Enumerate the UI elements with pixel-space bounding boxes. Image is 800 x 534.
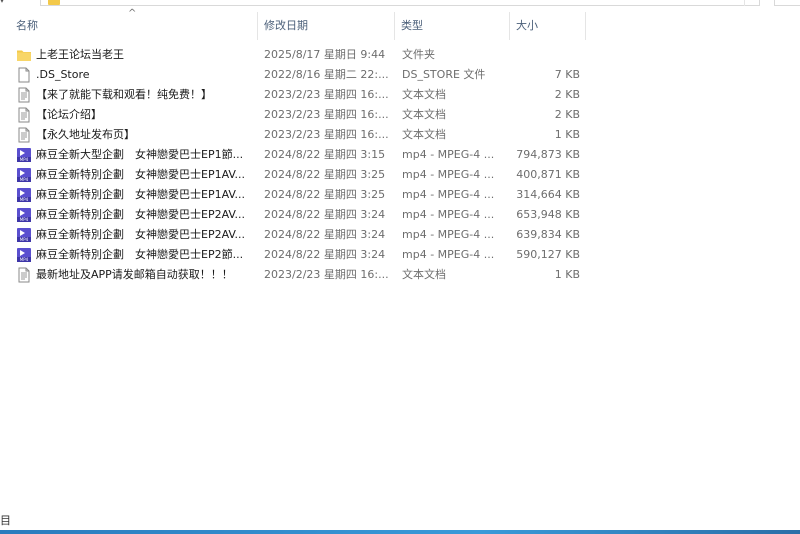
file-date-modified: 2024/8/22 星期四 3:25 bbox=[264, 188, 386, 201]
file-type: 文本文档 bbox=[402, 88, 446, 101]
file-size: 2 KB bbox=[554, 108, 580, 121]
file-type: mp4 - MPEG-4 ... bbox=[402, 168, 495, 181]
file-size: 7 KB bbox=[554, 68, 580, 81]
text-doc-icon bbox=[16, 107, 32, 123]
text-doc-icon bbox=[16, 267, 32, 283]
file-row[interactable]: 上老王论坛当老王 2025/8/17 星期日 9:44 文件夹 bbox=[0, 45, 800, 65]
file-date-modified: 2023/2/23 星期四 16:... bbox=[264, 268, 389, 281]
file-size bbox=[510, 45, 580, 65]
file-row[interactable]: MP4 麻豆全新特別企劃 女神戀愛巴士EP2節... 2024/8/22 星期四 3… bbox=[0, 245, 800, 265]
file-row[interactable]: MP4 麻豆全新特別企劃 女神戀愛巴士EP1AV... 2024/8/22 星期四 … bbox=[0, 165, 800, 185]
file-type: mp4 - MPEG-4 ... bbox=[402, 148, 495, 161]
file-row[interactable]: MP4 麻豆全新特別企劃 女神戀愛巴士EP2AV... 2024/8/22 星期四 … bbox=[0, 205, 800, 225]
search-box[interactable] bbox=[774, 0, 800, 6]
file-size: 400,871 KB bbox=[516, 168, 580, 181]
text-doc-icon bbox=[16, 127, 32, 143]
file-size: 1 KB bbox=[554, 128, 580, 141]
file-name: 麻豆全新特別企劃 女神戀愛巴士EP2節... bbox=[36, 248, 244, 261]
file-size: 314,664 KB bbox=[516, 188, 580, 201]
nav-arrow-icon[interactable]: ▾ bbox=[0, 0, 4, 5]
mp4-icon: MP4 bbox=[16, 247, 32, 263]
column-header: ^ 名称 修改日期 类型 大小 bbox=[0, 8, 800, 40]
mp4-icon: MP4 bbox=[16, 187, 32, 203]
file-size: 639,834 KB bbox=[516, 228, 580, 241]
svg-text:MP4: MP4 bbox=[20, 217, 29, 222]
svg-text:MP4: MP4 bbox=[20, 157, 29, 162]
file-size: 1 KB bbox=[554, 268, 580, 281]
file-type: 文本文档 bbox=[402, 268, 446, 281]
file-type: mp4 - MPEG-4 ... bbox=[402, 248, 495, 261]
file-icon bbox=[16, 67, 32, 83]
file-date-modified: 2023/2/23 星期四 16:... bbox=[264, 108, 389, 121]
file-row[interactable]: 【永久地址发布页】 2023/2/23 星期四 16:... 文本文档 1 KB bbox=[0, 125, 800, 145]
file-type: mp4 - MPEG-4 ... bbox=[402, 188, 495, 201]
file-date-modified: 2024/8/22 星期四 3:24 bbox=[264, 248, 386, 261]
file-name: 【永久地址发布页】 bbox=[36, 128, 135, 141]
file-name: 麻豆全新特別企劃 女神戀愛巴士EP1AV... bbox=[36, 168, 245, 181]
svg-text:MP4: MP4 bbox=[20, 177, 29, 182]
file-type: 文本文档 bbox=[402, 108, 446, 121]
file-name: 最新地址及APP请发邮箱自动获取！！！ bbox=[36, 268, 233, 281]
file-row[interactable]: 【来了就能下载和观看！纯免费！】 2023/2/23 星期四 16:... 文本文档… bbox=[0, 85, 800, 105]
file-type: 文件夹 bbox=[402, 48, 435, 61]
file-size: 2 KB bbox=[554, 88, 580, 101]
svg-text:MP4: MP4 bbox=[20, 237, 29, 242]
file-date-modified: 2024/8/22 星期四 3:24 bbox=[264, 228, 386, 241]
file-date-modified: 2024/8/22 星期四 3:24 bbox=[264, 208, 386, 221]
mp4-icon: MP4 bbox=[16, 167, 32, 183]
file-size: 653,948 KB bbox=[516, 208, 580, 221]
column-type[interactable]: 类型 bbox=[395, 12, 510, 40]
file-name: 麻豆全新特別企劃 女神戀愛巴士EP1AV... bbox=[36, 188, 245, 201]
file-name: 麻豆全新特別企劃 女神戀愛巴士EP2AV... bbox=[36, 208, 245, 221]
file-row[interactable]: 最新地址及APP请发邮箱自动获取！！！ 2023/2/23 星期四 16:... 文… bbox=[0, 265, 800, 285]
file-row[interactable]: MP4 麻豆全新特別企劃 女神戀愛巴士EP2AV... 2024/8/22 星期四 … bbox=[0, 225, 800, 245]
address-bar-strip: ▾ ⌄ bbox=[0, 0, 800, 8]
file-date-modified: 2024/8/22 星期四 3:15 bbox=[264, 148, 386, 161]
column-size[interactable]: 大小 bbox=[510, 12, 586, 40]
file-date-modified: 2023/2/23 星期四 16:... bbox=[264, 88, 389, 101]
file-name: 麻豆全新大型企劃 女神戀愛巴士EP1節... bbox=[36, 148, 244, 161]
file-type: mp4 - MPEG-4 ... bbox=[402, 228, 495, 241]
svg-text:MP4: MP4 bbox=[20, 197, 29, 202]
address-dropdown-icon[interactable]: ⌄ bbox=[744, 0, 760, 6]
file-row[interactable]: MP4 麻豆全新大型企劃 女神戀愛巴士EP1節... 2024/8/22 星期四 3… bbox=[0, 145, 800, 165]
svg-text:MP4: MP4 bbox=[20, 257, 29, 262]
folder-icon bbox=[16, 47, 32, 63]
text-doc-icon bbox=[16, 87, 32, 103]
address-folder-icon bbox=[48, 0, 60, 5]
column-date-modified[interactable]: 修改日期 bbox=[258, 12, 395, 40]
file-name: 【论坛介绍】 bbox=[36, 108, 102, 121]
file-date-modified: 2022/8/16 星期二 22:... bbox=[264, 68, 389, 81]
file-date-modified: 2023/2/23 星期四 16:... bbox=[264, 128, 389, 141]
file-row[interactable]: 【论坛介绍】 2023/2/23 星期四 16:... 文本文档 2 KB bbox=[0, 105, 800, 125]
taskbar-edge bbox=[0, 530, 800, 534]
file-row[interactable]: MP4 麻豆全新特別企劃 女神戀愛巴士EP1AV... 2024/8/22 星期四 … bbox=[0, 185, 800, 205]
file-size: 794,873 KB bbox=[516, 148, 580, 161]
file-type: mp4 - MPEG-4 ... bbox=[402, 208, 495, 221]
file-name: 上老王论坛当老王 bbox=[36, 48, 124, 61]
mp4-icon: MP4 bbox=[16, 207, 32, 223]
file-date-modified: 2024/8/22 星期四 3:25 bbox=[264, 168, 386, 181]
status-bar-text: 目 bbox=[0, 514, 11, 527]
address-bar[interactable] bbox=[40, 0, 760, 6]
file-size: 590,127 KB bbox=[516, 248, 580, 261]
file-name: 麻豆全新特別企劃 女神戀愛巴士EP2AV... bbox=[36, 228, 245, 241]
file-name: 【来了就能下载和观看！纯免费！】 bbox=[36, 88, 212, 101]
file-row[interactable]: .DS_Store 2022/8/16 星期二 22:... DS_STORE 文件… bbox=[0, 65, 800, 85]
file-type: DS_STORE 文件 bbox=[402, 68, 486, 81]
file-date-modified: 2025/8/17 星期日 9:44 bbox=[264, 48, 386, 61]
column-name[interactable]: 名称 bbox=[10, 12, 258, 40]
mp4-icon: MP4 bbox=[16, 227, 32, 243]
file-type: 文本文档 bbox=[402, 128, 446, 141]
mp4-icon: MP4 bbox=[16, 147, 32, 163]
file-name: .DS_Store bbox=[36, 68, 90, 81]
